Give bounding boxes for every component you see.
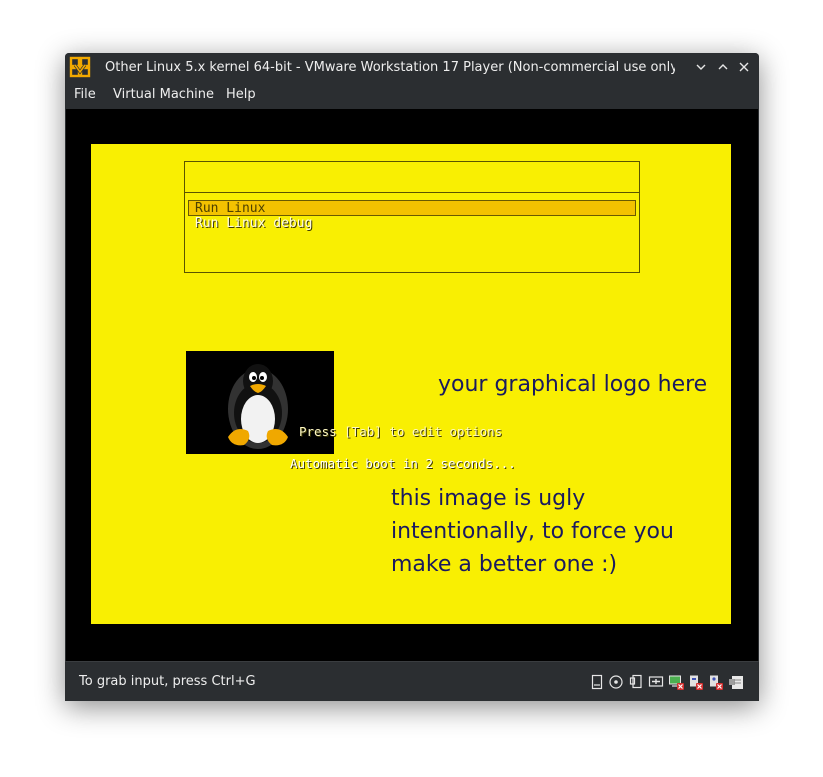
vm-display[interactable]: Run Linux Run Linux debug your graphical… xyxy=(66,109,758,661)
title-bar[interactable]: Other Linux 5.x kernel 64-bit - VMware W… xyxy=(65,53,759,82)
maximize-icon xyxy=(718,64,728,70)
vmware-icon[interactable] xyxy=(69,56,91,78)
usb-device-icon[interactable] xyxy=(628,674,644,690)
status-message: To grab input, press Ctrl+G xyxy=(79,674,256,689)
cd-dvd-icon[interactable] xyxy=(608,674,624,690)
close-button[interactable] xyxy=(734,57,754,77)
menu-file[interactable]: File xyxy=(69,82,101,108)
boot-screen: Run Linux Run Linux debug your graphical… xyxy=(91,144,731,624)
boot-entry-run-linux-debug[interactable]: Run Linux debug xyxy=(195,216,312,232)
hard-disk-icon[interactable] xyxy=(589,674,605,690)
close-icon xyxy=(739,62,749,72)
minimize-icon xyxy=(696,64,706,70)
message-log-icon[interactable] xyxy=(728,674,744,690)
menu-bar: File Virtual Machine Help xyxy=(65,82,759,108)
printer-icon[interactable] xyxy=(687,674,703,690)
network-adapter-icon[interactable] xyxy=(648,674,664,690)
boot-entry-run-linux[interactable]: Run Linux xyxy=(188,200,636,216)
menu-virtual-machine[interactable]: Virtual Machine xyxy=(108,82,219,108)
display-icon[interactable] xyxy=(668,674,684,690)
ugly-note-line: make a better one :) xyxy=(391,552,618,577)
minimize-button[interactable] xyxy=(691,57,711,77)
logo-placeholder-text: your graphical logo here xyxy=(438,372,708,397)
autoboot-countdown: Automatic boot in 2 seconds... xyxy=(290,456,516,471)
vmware-player-window: Other Linux 5.x kernel 64-bit - VMware W… xyxy=(65,53,759,701)
window-title: Other Linux 5.x kernel 64-bit - VMware W… xyxy=(105,60,675,75)
ugly-note-line: intentionally, to force you xyxy=(391,519,674,544)
ugly-note-line: this image is ugly xyxy=(391,486,586,511)
status-bar: To grab input, press Ctrl+G xyxy=(65,661,759,701)
menu-help[interactable]: Help xyxy=(221,82,261,108)
boot-menu-divider xyxy=(184,192,640,193)
maximize-button[interactable] xyxy=(713,57,733,77)
sound-card-icon[interactable] xyxy=(707,674,723,690)
ugly-image-note: this image is ugly intentionally, to for… xyxy=(391,482,674,581)
press-tab-hint: Press [Tab] to edit options xyxy=(299,424,503,439)
